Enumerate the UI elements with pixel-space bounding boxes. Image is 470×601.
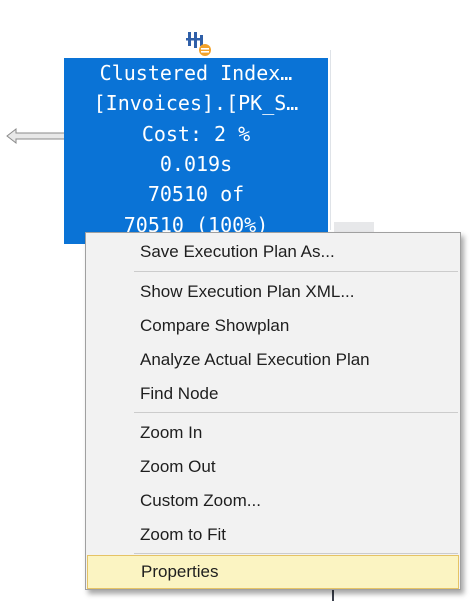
menu-item-save-execution-plan-as[interactable]: Save Execution Plan As... xyxy=(87,235,459,269)
menu-separator xyxy=(134,271,458,272)
node-object-name: [Invoices].[PK_S… xyxy=(93,91,299,115)
node-actual-rows: 70510 of xyxy=(147,182,245,206)
background-label-fragment xyxy=(334,222,374,232)
menu-item-properties[interactable]: Properties xyxy=(87,555,459,589)
menu-item-compare-showplan[interactable]: Compare Showplan xyxy=(87,309,459,343)
clustered-index-scan-icon[interactable] xyxy=(183,29,213,57)
menu-item-custom-zoom[interactable]: Custom Zoom... xyxy=(87,484,459,518)
menu-item-zoom-out[interactable]: Zoom Out xyxy=(87,450,459,484)
node-operator-name: Clustered Index… xyxy=(99,61,293,85)
menu-item-show-execution-plan-xml[interactable]: Show Execution Plan XML... xyxy=(87,275,459,309)
plan-node-clustered-index-scan[interactable]: Clustered Index… [Invoices].[PK_S… Cost:… xyxy=(64,58,328,244)
menu-item-find-node[interactable]: Find Node xyxy=(87,377,459,411)
node-cost: Cost: 2 % xyxy=(141,122,251,146)
canvas-divider xyxy=(330,50,331,230)
menu-item-analyze-actual-execution-plan[interactable]: Analyze Actual Execution Plan xyxy=(87,343,459,377)
node-elapsed-time: 0.019s xyxy=(159,152,233,176)
menu-separator xyxy=(134,412,458,413)
menu-separator xyxy=(134,553,458,554)
context-menu: Save Execution Plan As... Show Execution… xyxy=(85,232,461,590)
data-flow-arrow-icon xyxy=(6,127,66,145)
menu-item-zoom-to-fit[interactable]: Zoom to Fit xyxy=(87,518,459,552)
canvas-scrollbar-edge xyxy=(332,590,334,601)
menu-item-zoom-in[interactable]: Zoom In xyxy=(87,416,459,450)
